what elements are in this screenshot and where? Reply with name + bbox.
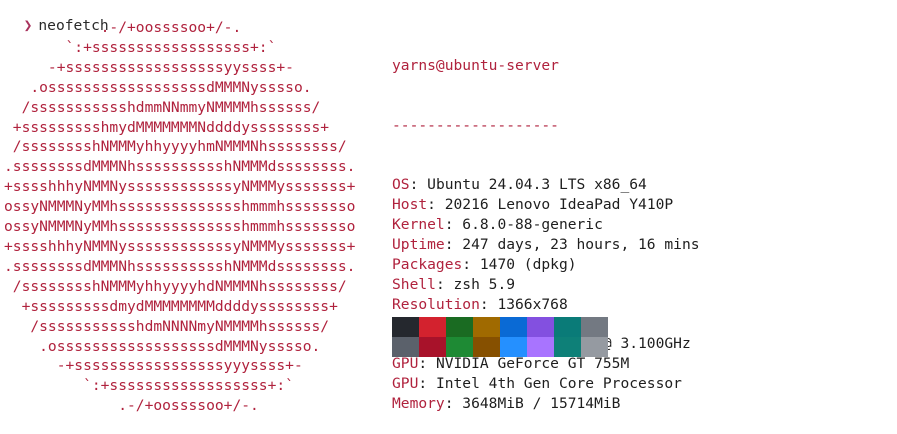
info-rows: OS: Ubuntu 24.04.3 LTS x86_64 Host: 20216… [392,175,700,414]
logo-line: ossyNMMMNyMMhsssssssssssssshmmmhssssssso [4,218,356,236]
logo-line: `:+ssssssssssssssssss+:` [4,38,277,56]
color-swatch [392,317,419,337]
info-colon: : [444,235,463,253]
logo-line: +sssshhhyNMMNyssssssssssssyNMMMysssssss+ [4,178,356,196]
color-swatch [527,337,554,357]
logo-line: /sssssssshNMMMyhhyyyyhdNMMMNhssssssss/ [4,277,347,295]
info-value: Intel 4th Gen Core Processor [435,375,682,393]
logo-line: `:+ssssssssssssssssss+:` [4,377,294,395]
info-row-os: OS: Ubuntu 24.04.3 LTS x86_64 [392,175,700,195]
color-palette [392,317,608,357]
info-key: Uptime [392,235,445,253]
info-row-resolution: Resolution: 1366x768 [392,295,700,315]
info-row-memory: Memory: 3648MiB / 15714MiB [392,394,700,414]
info-colon: : [418,375,436,393]
info-row-gpu: GPU: NVIDIA GeForce GT 755M [392,354,700,374]
info-key: OS [392,176,410,194]
logo-line: .ssssssssdMMMNhsssssssssshNMMMdssssssss. [4,158,356,176]
info-colon: : [427,196,445,214]
info-value: Ubuntu 24.04.3 LTS x86_64 [427,176,647,194]
color-swatch [527,317,554,337]
info-colon: : [418,355,436,373]
logo-line: .ossssssssssssssssssdMMMNysssso. [4,78,312,96]
logo-line: /ssssssssssshdmNNNNmyNMMMMhssssss/ [4,317,330,335]
color-swatch [446,317,473,337]
logo-line: .-/+oossssoo+/-. [4,397,259,415]
info-colon: : [462,255,480,273]
info-key: Kernel [392,216,445,233]
info-value: 1366x768 [497,295,568,313]
color-swatch [446,337,473,357]
logo-line: .-/+oossssoo+/-. [4,19,242,36]
logo-line: .ssssssssdMMMNhsssssssssshNMMMdssssssss. [4,257,356,275]
color-swatch [581,317,608,337]
color-swatch [392,337,419,357]
info-row-packages: Packages: 1470 (dpkg) [392,255,700,275]
info-colon: : [409,176,428,194]
color-swatch [419,337,446,357]
info-key: Packages [392,255,463,273]
info-value: 247 days, 23 hours, 16 mins [462,235,700,253]
info-colon: : [435,275,454,293]
info-row-gpu: GPU: Intel 4th Gen Core Processor [392,374,700,394]
color-swatch [554,317,581,337]
info-key: Host [392,196,428,214]
logo-line: +sssssssssdmydMMMMMMMMddddyssssssss+ [4,297,338,315]
color-swatch [473,337,500,357]
color-swatch [473,317,500,337]
logo-line: /ssssssssssshdmmNNmmyNMMMMhssssss/ [4,98,321,116]
info-value: 1470 (dpkg) [479,255,577,273]
info-value: 20216 Lenovo IdeaPad Y410P [444,196,674,214]
separator-line: ------------------- [392,116,559,134]
prompt-line: ❯ neofetch [6,0,109,34]
info-key: GPU [392,355,419,373]
info-value: NVIDIA GeForce GT 755M [435,355,630,373]
color-swatch [500,317,527,337]
info-row-kernel: Kernel: 6.8.0-88-generic [392,215,700,235]
info-colon: : [444,395,463,413]
color-swatch [419,317,446,337]
info-key: Resolution [392,295,480,313]
info-row-host: Host: 20216 Lenovo IdeaPad Y410P [392,195,700,215]
logo-line: -+ssssssssssssssssssyyssss+- [4,58,294,76]
logo-line: /sssssssshNMMMyhhyyyyhmNMMMNhssssssss/ [4,138,347,156]
logo-line: -+sssssssssssssssssyyyssss+- [4,357,303,375]
info-value: zsh 5.9 [453,275,516,293]
logo-line: +ssssssssshmydMMMMMMMNddddyssssssss+ [4,118,330,136]
logo-line: .ossssssssssssssssssdMMMNysssso. [4,337,321,355]
color-swatch [581,337,608,357]
system-info-panel: yarns@ubuntu-server ------------------- … [392,16,700,434]
color-swatch [554,337,581,357]
user-host: yarns@ubuntu-server [392,56,559,74]
palette-row-bright [392,337,608,357]
info-key: Memory [392,395,445,413]
info-key: GPU [392,375,419,393]
info-row-shell: Shell: zsh 5.9 [392,275,700,295]
ubuntu-ascii-logo: .-/+oossssoo+/-. `:+ssssssssssssssssss+:… [4,18,355,416]
info-row-uptime: Uptime: 247 days, 23 hours, 16 mins [392,235,700,255]
info-colon: : [479,295,498,313]
logo-line: ossyNMMMNyMMhsssssssssssssshmmmhssssssso [4,198,356,216]
info-colon: : [444,216,463,233]
logo-line: +sssshhhyNMMNyssssssssssssyNMMMysssssss+ [4,237,356,255]
palette-row-normal [392,317,608,337]
info-value: 6.8.0-88-generic [462,216,603,233]
info-value: 3648MiB / 15714MiB [462,395,621,413]
info-key: Shell [392,275,436,293]
color-swatch [500,337,527,357]
